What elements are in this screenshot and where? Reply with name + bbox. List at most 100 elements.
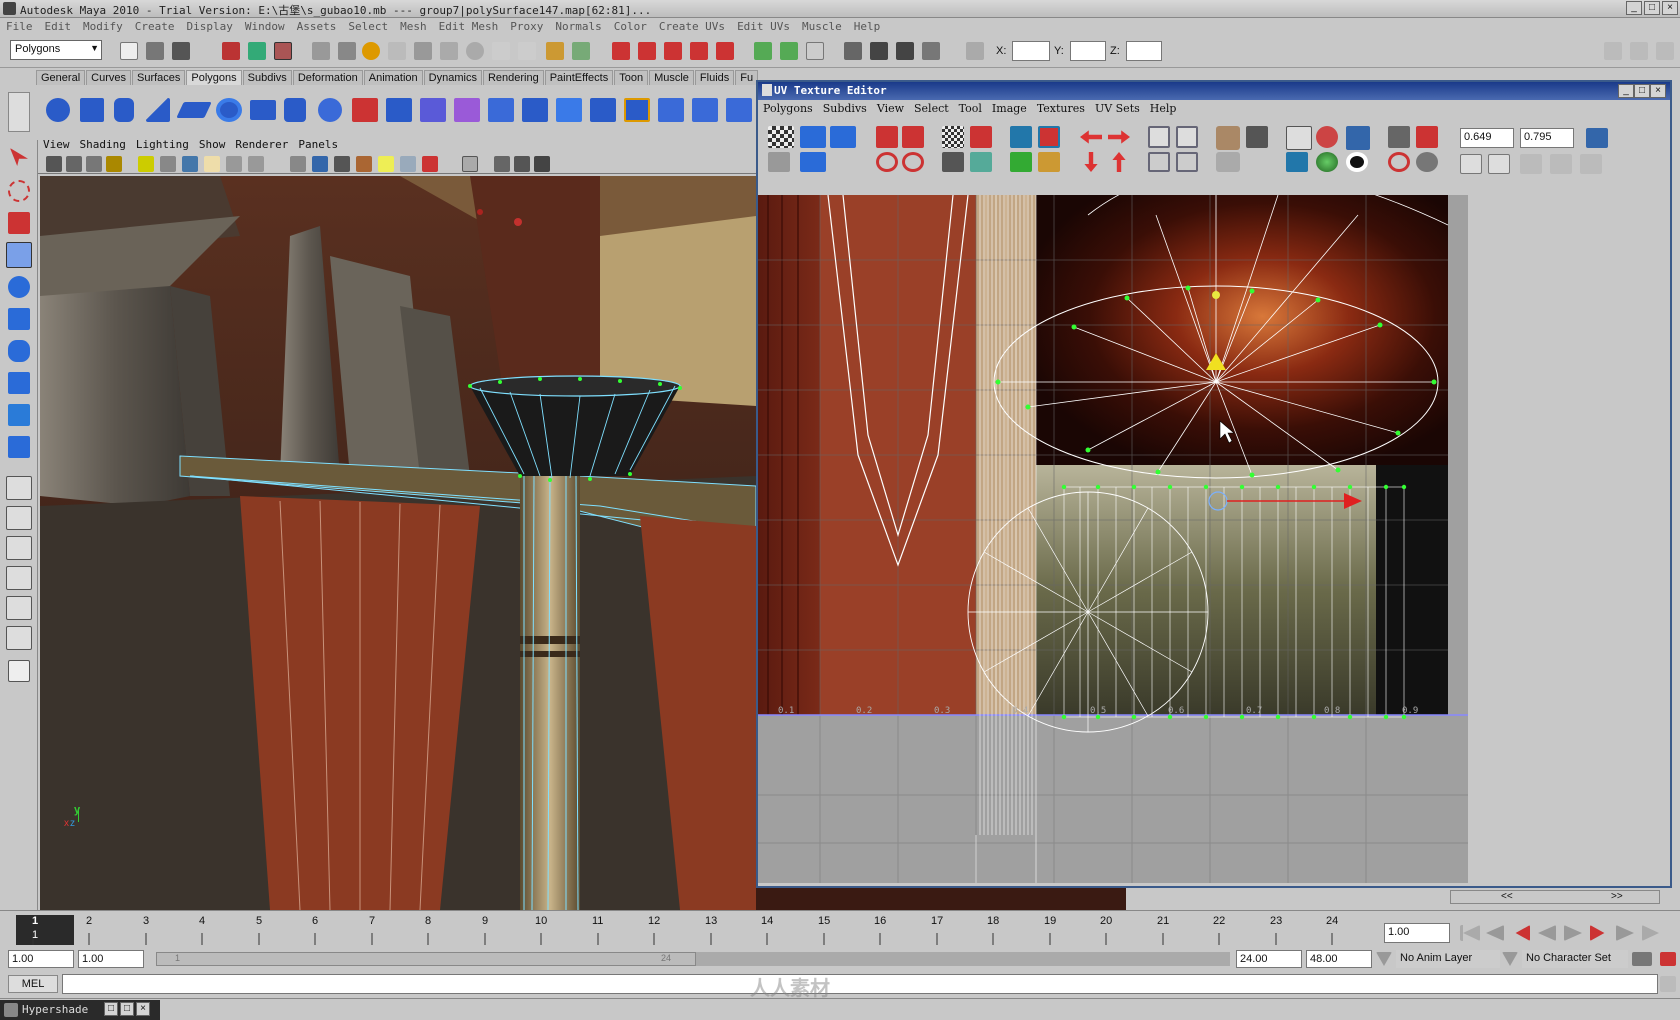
save-scene-icon[interactable] xyxy=(172,42,190,60)
separate-icon[interactable] xyxy=(386,98,412,122)
align-top-icon[interactable] xyxy=(1112,152,1126,172)
xray-joints-icon[interactable] xyxy=(514,156,530,172)
poly-sphere-icon[interactable] xyxy=(46,98,70,122)
menu-color[interactable]: Color xyxy=(608,18,653,35)
copy-uv-icon[interactable] xyxy=(1460,154,1482,174)
sew-uv-icon[interactable] xyxy=(970,126,992,148)
append-icon[interactable] xyxy=(624,98,650,122)
maximize-button[interactable]: □ xyxy=(1644,1,1660,15)
shelf-tab-animation[interactable]: Animation xyxy=(363,70,423,85)
question-icon[interactable] xyxy=(518,42,536,60)
use-lights-icon[interactable] xyxy=(378,156,394,172)
range-slider-bar[interactable]: 1 24 xyxy=(156,952,696,966)
go-to-start-icon[interactable] xyxy=(1460,925,1480,941)
minimize-button[interactable]: _ xyxy=(1626,1,1642,15)
isolate-select-icon[interactable] xyxy=(462,156,478,172)
input-line-icon-2[interactable] xyxy=(780,42,798,60)
mask-icon-2[interactable] xyxy=(338,42,356,60)
checker-icon[interactable] xyxy=(768,126,794,148)
hypershade-restore-button[interactable]: □ xyxy=(104,1002,118,1016)
select-object-icon[interactable] xyxy=(248,42,266,60)
update-psd-icon[interactable] xyxy=(1388,126,1410,148)
mel-python-toggle[interactable]: MEL xyxy=(8,975,58,993)
command-input[interactable] xyxy=(62,974,1658,994)
key-icon[interactable] xyxy=(1632,952,1652,966)
anim-layer-dropdown[interactable]: No Anim Layer xyxy=(1396,950,1500,968)
render-frame-icon[interactable] xyxy=(612,42,630,60)
isolate-add-icon[interactable] xyxy=(1148,126,1170,148)
dim-image-icon[interactable] xyxy=(1216,152,1240,172)
pixel-snap-icon[interactable] xyxy=(1316,126,1338,148)
display-rgb-icon[interactable] xyxy=(1286,152,1308,172)
tool-settings-toggle-icon[interactable] xyxy=(1630,42,1648,60)
start-time-field[interactable]: 1.00 xyxy=(8,950,74,968)
clapper-icon[interactable] xyxy=(870,42,888,60)
uv-editor-close-button[interactable]: × xyxy=(1650,84,1666,98)
playback-start-field[interactable]: 1.00 xyxy=(78,950,144,968)
isolate-clear-icon[interactable] xyxy=(1148,152,1170,172)
step-back-icon[interactable] xyxy=(1486,925,1504,941)
rotate-uv-ccw-icon[interactable] xyxy=(876,126,898,148)
poly-torus-icon[interactable] xyxy=(216,98,242,122)
refresh-icon[interactable] xyxy=(1388,152,1410,172)
scroll-right-button[interactable]: >> xyxy=(1611,891,1623,902)
select-tool-icon[interactable] xyxy=(10,148,28,166)
menu-window[interactable]: Window xyxy=(239,18,291,35)
uv-menu-view[interactable]: View xyxy=(872,100,909,117)
attribute-editor-toggle-icon[interactable] xyxy=(1604,42,1622,60)
poly-cylinder-icon[interactable] xyxy=(114,98,134,122)
menu-muscle[interactable]: Muscle xyxy=(796,18,848,35)
perspective-viewport[interactable]: y x z xyxy=(40,176,756,910)
offset-edge-loop-icon[interactable] xyxy=(726,98,752,122)
textured-icon[interactable] xyxy=(356,156,372,172)
poly-soccer-icon[interactable] xyxy=(318,98,342,122)
shelf-tab-toon[interactable]: Toon xyxy=(614,70,649,85)
hypershade-layout-icon[interactable] xyxy=(6,596,32,620)
character-set-chevron-icon[interactable] xyxy=(1502,952,1518,966)
select-component-icon[interactable] xyxy=(274,42,292,60)
viewport-menu-show[interactable]: Show xyxy=(194,136,231,153)
uv-menu-subdivs[interactable]: Subdivs xyxy=(818,100,872,117)
camera-select-icon[interactable] xyxy=(46,156,62,172)
shelf-tab-deformation[interactable]: Deformation xyxy=(292,70,363,85)
anim-layer-chevron-icon[interactable] xyxy=(1376,952,1392,966)
shelf-tab-rendering[interactable]: Rendering xyxy=(482,70,544,85)
menu-help[interactable]: Help xyxy=(848,18,887,35)
mask-icon[interactable] xyxy=(312,42,330,60)
menu-edit-uvs[interactable]: Edit UVs xyxy=(731,18,796,35)
attribute-editor-icon[interactable] xyxy=(806,42,824,60)
menu-normals[interactable]: Normals xyxy=(549,18,607,35)
rotate-tool-icon[interactable] xyxy=(8,276,30,298)
layout-uv-icon[interactable] xyxy=(1038,126,1060,148)
lock-icon[interactable] xyxy=(546,42,564,60)
image-range-icon[interactable] xyxy=(1346,126,1370,150)
safe-action-icon[interactable] xyxy=(248,156,264,172)
play-forwards-icon[interactable] xyxy=(1564,925,1582,941)
isolate-remove-icon[interactable] xyxy=(1176,126,1198,148)
shelf-menu-button[interactable] xyxy=(8,92,30,132)
menu-create[interactable]: Create xyxy=(129,18,181,35)
step-back-key-icon[interactable] xyxy=(1515,925,1530,941)
viewport-menu-panels[interactable]: Panels xyxy=(293,136,343,153)
character-set-dropdown[interactable]: No Character Set xyxy=(1522,950,1628,968)
shelf-tab-polygons[interactable]: Polygons xyxy=(186,70,242,85)
paste-v-icon[interactable] xyxy=(1550,154,1572,174)
flip-v-icon[interactable] xyxy=(830,126,856,148)
uv-menu-polygons[interactable]: Polygons xyxy=(758,100,818,117)
shelf-tab-surfaces[interactable]: Surfaces xyxy=(131,70,186,85)
x-field[interactable] xyxy=(1012,41,1050,61)
uv-editor-maximize-button[interactable]: □ xyxy=(1634,84,1650,98)
snap-grid-icon[interactable] xyxy=(362,42,380,60)
align-bottom-icon[interactable] xyxy=(1084,152,1098,172)
show-manipulator-icon[interactable] xyxy=(8,404,30,426)
input-line-icon[interactable] xyxy=(754,42,772,60)
outliner-layout-icon[interactable] xyxy=(6,536,32,560)
menu-mesh[interactable]: Mesh xyxy=(394,18,433,35)
snap-plane-icon[interactable] xyxy=(440,42,458,60)
y-field[interactable] xyxy=(1070,41,1106,61)
image-plane-icon[interactable] xyxy=(106,156,122,172)
insert-edge-loop-icon[interactable] xyxy=(692,98,718,122)
select-hierarchy-icon[interactable] xyxy=(222,42,240,60)
extrude-icon[interactable] xyxy=(556,98,582,122)
uv-menu-uv-sets[interactable]: UV Sets xyxy=(1090,100,1145,117)
